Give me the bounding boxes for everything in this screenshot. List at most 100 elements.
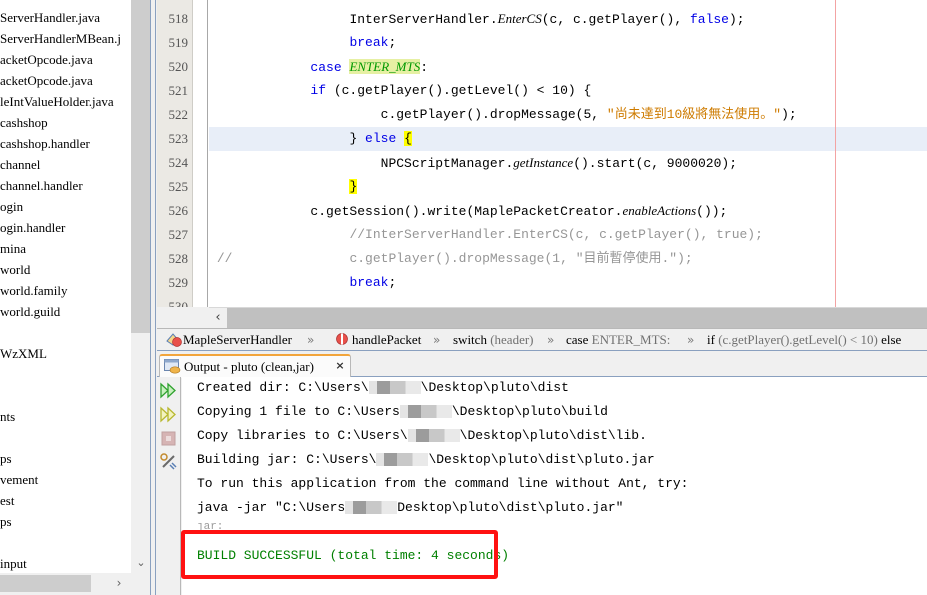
redacted-username	[345, 501, 398, 515]
output-text: \Desktop\pluto\dist\pluto.jar	[428, 452, 655, 467]
tree-item[interactable]: ps	[0, 448, 12, 469]
code-token: ().start(c, 9000020);	[573, 156, 738, 171]
tree-item[interactable]: acketOpcode.java	[0, 49, 93, 70]
code-token: ENTER_MTS	[349, 59, 421, 74]
tree-item[interactable]: acketOpcode.java	[0, 70, 93, 91]
line-number: 522	[168, 107, 189, 122]
tab-output-pluto[interactable]: Output - pluto (clean,jar) ×	[159, 354, 351, 378]
panel-splitter[interactable]	[150, 0, 156, 595]
stop-icon[interactable]	[159, 429, 178, 448]
code-token: enableActions	[622, 203, 697, 218]
scrollbar-thumb[interactable]	[0, 575, 91, 592]
code-line: NPCScriptManager.getInstance().start(c, …	[209, 151, 927, 175]
matching-brace: {	[404, 131, 412, 146]
code-line: InterServerHandler.EnterCS(c, c.getPlaye…	[209, 7, 927, 31]
code-comment: c.getPlayer().dropMessage(1, "目前暫停使用.");	[349, 251, 693, 266]
redacted-username	[368, 381, 421, 395]
tree-item[interactable]: channel	[0, 154, 40, 175]
line-number: 530	[168, 299, 189, 307]
breadcrumb-separator-icon: »	[687, 333, 695, 347]
tree-item[interactable]: ServerHandlerMBean.j	[0, 28, 121, 49]
line-number: 518	[168, 11, 189, 26]
right-margin-guide	[835, 0, 836, 307]
tree-item[interactable]: leIntValueHolder.java	[0, 91, 114, 112]
project-tree[interactable]: ServerHandler.java ServerHandlerMBean.j …	[0, 0, 131, 573]
code-editor[interactable]: 518 519 520 521 522 523 524 525 526 527 …	[157, 0, 927, 328]
output-text: java -jar "C:\Users	[197, 500, 346, 515]
code-line: case ENTER_MTS:	[209, 55, 927, 79]
tree-item[interactable]: cashshop.handler	[0, 133, 90, 154]
method-icon	[336, 333, 348, 345]
code-token: break	[349, 275, 389, 290]
output-line: Created dir: C:\Users\ \Desktop\pluto\dis…	[197, 376, 569, 400]
rerun-with-options-icon[interactable]	[159, 405, 178, 424]
output-line: Copying 1 file to C:\Users \Desktop\pluto…	[197, 400, 608, 424]
rerun-icon[interactable]	[159, 381, 178, 400]
output-text: \Desktop\pluto\dist\lib.	[459, 428, 647, 443]
code-line: c.getSession().write(MaplePacketCreator.…	[209, 199, 927, 223]
code-token: false	[689, 12, 729, 27]
code-token: ;	[388, 275, 397, 290]
line-number-gutter: 518 519 520 521 522 523 524 525 526 527 …	[157, 0, 193, 307]
tree-item[interactable]: ogin	[0, 196, 23, 217]
code-area[interactable]: InterServerHandler.EnterCS(c, c.getPlaye…	[209, 0, 927, 307]
chevron-left-icon[interactable]: ‹	[209, 308, 227, 328]
close-icon[interactable]: ×	[333, 356, 347, 378]
output-text: Copy libraries to C:\Users\	[197, 428, 408, 443]
tree-item[interactable]: ServerHandler.java	[0, 7, 100, 28]
code-line: break;	[209, 31, 927, 55]
code-token: }	[349, 131, 366, 146]
code-token: InterServerHandler.	[349, 12, 498, 27]
code-token: c.getSession().write(MaplePacketCreator.	[310, 204, 623, 219]
chevron-down-icon[interactable]: ⌄	[134, 556, 148, 570]
line-number: 526	[168, 203, 189, 218]
breadcrumb-item-if[interactable]: if (c.getPlayer().getLevel() < 10) else	[707, 329, 902, 350]
code-comment: //	[216, 251, 233, 266]
tree-item[interactable]: world.guild	[0, 301, 60, 322]
code-token: "尚未達到10級將無法使用。"	[606, 107, 782, 122]
breadcrumb-item-switch[interactable]: switch (header)	[453, 329, 534, 350]
chevron-right-icon[interactable]: ›	[112, 575, 126, 592]
code-token: if	[310, 83, 327, 98]
output-text: \Desktop\pluto\dist	[420, 380, 569, 395]
breadcrumb-item-case[interactable]: case ENTER_MTS:	[566, 329, 671, 350]
tree-item[interactable]: cashshop	[0, 112, 48, 133]
tree-item[interactable]: input	[0, 553, 27, 573]
code-line: }	[209, 175, 927, 199]
tree-item[interactable]: world.family	[0, 280, 68, 301]
tree-item[interactable]: ps	[0, 511, 12, 532]
breadcrumb-item-method[interactable]: handlePacket	[335, 329, 421, 350]
scrollbar-thumb[interactable]	[131, 0, 150, 333]
code-token: );	[781, 107, 797, 122]
tree-item[interactable]: world	[0, 259, 30, 280]
code-token: (c.getPlayer().getLevel() < 10) {	[326, 83, 592, 98]
tree-horizontal-scrollbar[interactable]: ›	[0, 575, 150, 595]
output-tab-bar: Output - pluto (clean,jar) ×	[157, 351, 927, 378]
breadcrumb-detail: (c.getPlayer().getLevel() < 10)	[718, 332, 878, 347]
breadcrumb-label: else	[881, 332, 902, 347]
editor-corner	[157, 307, 209, 328]
line-number: 523	[168, 131, 189, 146]
breadcrumb-item-class[interactable]: MapleServerHandler	[165, 329, 293, 350]
class-icon	[166, 333, 182, 347]
tree-item[interactable]: nts	[0, 406, 15, 427]
code-token: );	[728, 12, 745, 27]
matching-brace: }	[349, 179, 358, 194]
breadcrumb-label: MapleServerHandler	[183, 332, 293, 347]
tree-item[interactable]: ogin.handler	[0, 217, 65, 238]
tree-item[interactable]: mina	[0, 238, 26, 259]
tree-item[interactable]: WzXML	[0, 343, 47, 364]
breadcrumb-detail: ENTER_MTS:	[591, 332, 671, 347]
tree-item[interactable]: channel.handler	[0, 175, 83, 196]
code-line: break;	[209, 271, 927, 295]
breadcrumb-separator-icon: »	[307, 333, 315, 347]
tree-item[interactable]: est	[0, 490, 14, 511]
settings-icon[interactable]	[159, 452, 178, 471]
editor-horizontal-scrollbar[interactable]: ‹	[209, 307, 927, 328]
code-token: c.getPlayer().dropMessage(5,	[380, 107, 607, 122]
output-window-icon	[164, 359, 181, 374]
breadcrumb-separator-icon: »	[433, 333, 441, 347]
tree-item[interactable]: vement	[0, 469, 38, 490]
code-token: ;	[388, 35, 397, 50]
tree-vertical-scrollbar[interactable]	[131, 0, 150, 573]
